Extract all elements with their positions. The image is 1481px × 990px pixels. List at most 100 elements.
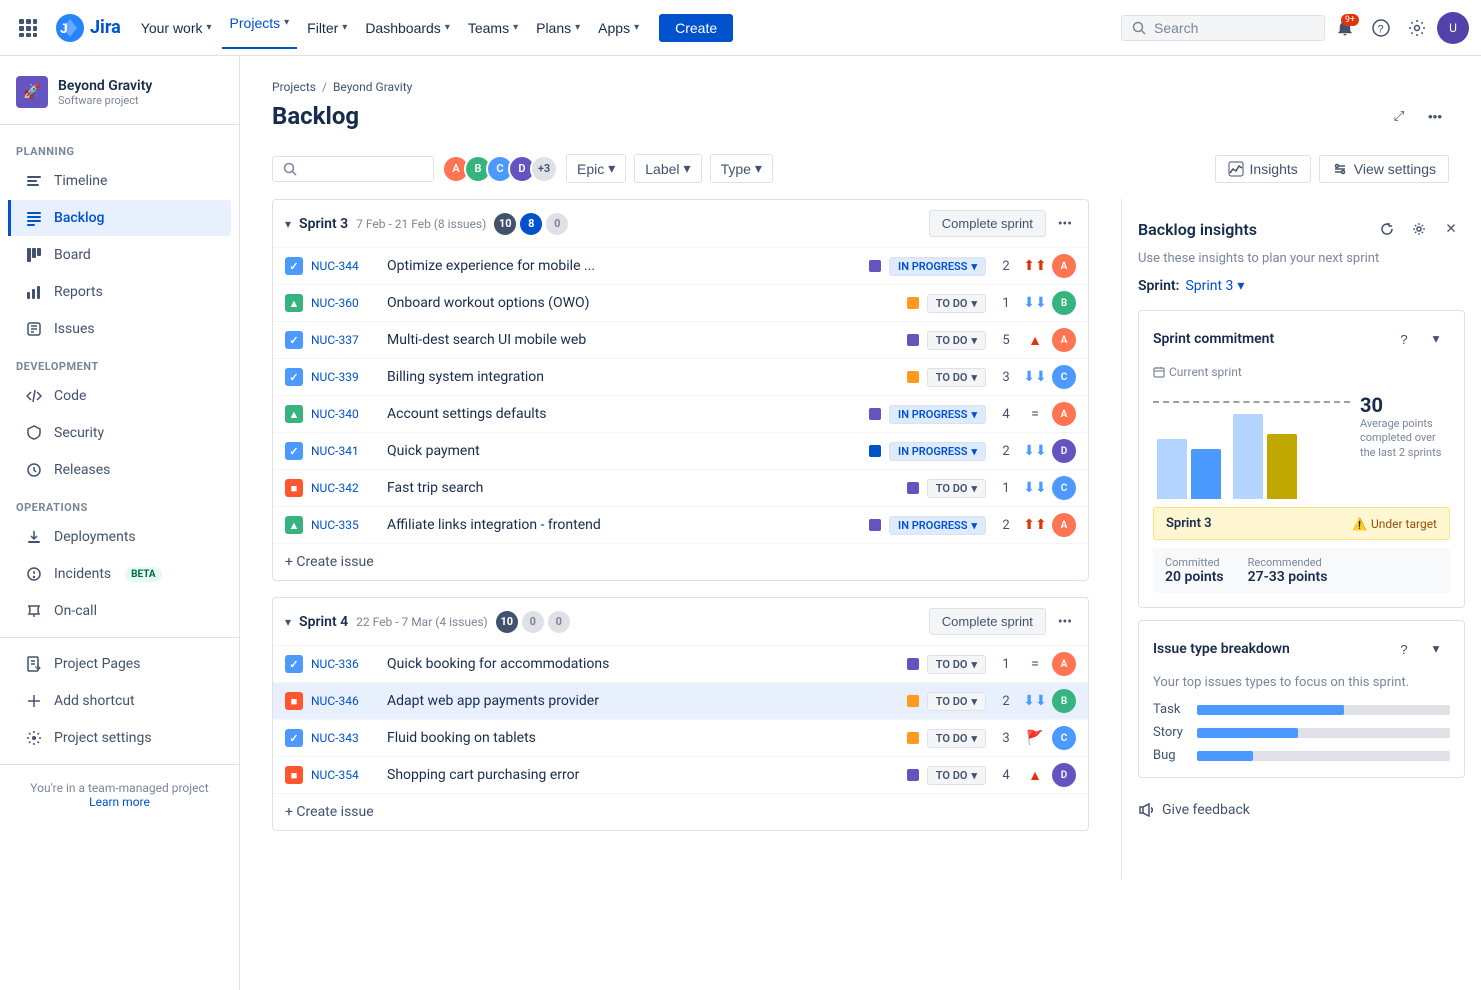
complete-sprint4-button[interactable]: Complete sprint (929, 608, 1046, 635)
sprint4-section: ▾ Sprint 4 22 Feb - 7 Mar (4 issues) 10 … (272, 597, 1089, 831)
status-badge[interactable]: TO DO ▾ (927, 655, 986, 674)
expand-card-button[interactable]: ▾ (1422, 325, 1450, 353)
apps-menu[interactable]: Apps ▾ (590, 14, 647, 42)
sidebar-item-timeline[interactable]: Timeline (8, 163, 231, 199)
breadcrumb-project[interactable]: Beyond Gravity (333, 80, 412, 94)
issue-row[interactable]: ✓ NUC-343 Fluid booking on tablets TO DO… (273, 719, 1088, 756)
sprint4-more-button[interactable]: ••• (1054, 610, 1076, 634)
breadcrumb-projects[interactable]: Projects (272, 80, 316, 94)
sidebar-item-reports[interactable]: Reports (8, 274, 231, 310)
teams-menu[interactable]: Teams ▾ (460, 14, 526, 42)
issue-key: NUC-343 (311, 731, 379, 745)
backlog-search-input[interactable] (303, 161, 423, 177)
avatar-count[interactable]: +3 (530, 155, 558, 183)
status-badge[interactable]: IN PROGRESS ▾ (889, 442, 986, 461)
sidebar-item-board[interactable]: Board (8, 237, 231, 273)
status-badge[interactable]: IN PROGRESS ▾ (889, 405, 986, 424)
status-badge[interactable]: IN PROGRESS ▾ (889, 516, 986, 535)
issue-row[interactable]: ■ NUC-342 Fast trip search TO DO ▾ 1 ⬇⬇ … (273, 469, 1088, 506)
complete-sprint3-button[interactable]: Complete sprint (929, 210, 1046, 237)
sidebar-item-backlog[interactable]: Backlog (8, 200, 231, 236)
status-badge[interactable]: TO DO ▾ (927, 729, 986, 748)
projects-menu[interactable]: Projects ▾ (222, 9, 298, 49)
status-badge[interactable]: TO DO ▾ (927, 692, 986, 711)
assignee-filter[interactable]: A B C D +3 (442, 155, 558, 183)
sidebar-item-code[interactable]: Code (8, 378, 231, 414)
color-dot (869, 519, 881, 531)
sprint4-header[interactable]: ▾ Sprint 4 22 Feb - 7 Mar (4 issues) 10 … (273, 598, 1088, 645)
help-button[interactable]: ? (1365, 12, 1397, 44)
color-dot (907, 695, 919, 707)
chevron-down-icon: ▾ (684, 160, 691, 177)
issue-row[interactable]: ▲ NUC-360 Onboard workout options (OWO) … (273, 284, 1088, 321)
sidebar-item-issues[interactable]: Issues (8, 311, 231, 347)
status-badge[interactable]: TO DO ▾ (927, 368, 986, 387)
filter-menu[interactable]: Filter ▾ (299, 14, 355, 42)
status-badge[interactable]: TO DO ▾ (927, 479, 986, 498)
status-badge[interactable]: IN PROGRESS ▾ (889, 257, 986, 276)
avatar[interactable]: U (1437, 12, 1469, 44)
issue-row[interactable]: ▲ NUC-335 Affiliate links integration - … (273, 506, 1088, 543)
issue-points: 2 (994, 518, 1018, 533)
sidebar-item-incidents[interactable]: Incidents BETA (8, 556, 231, 592)
status-badge[interactable]: TO DO ▾ (927, 331, 986, 350)
sidebar-item-oncall[interactable]: On-call (8, 593, 231, 629)
more-options-button[interactable]: ••• (1421, 102, 1449, 130)
grid-icon[interactable] (12, 12, 44, 44)
issue-row[interactable]: ✓ NUC-341 Quick payment IN PROGRESS ▾ 2 … (273, 432, 1088, 469)
issue-row[interactable]: ▲ NUC-340 Account settings defaults IN P… (273, 395, 1088, 432)
sprint3-more-button[interactable]: ••• (1054, 212, 1076, 236)
learn-more-link[interactable]: Learn more (89, 795, 150, 809)
status-badge[interactable]: TO DO ▾ (927, 294, 986, 313)
issue-row[interactable]: ✓ NUC-336 Quick booking for accommodatio… (273, 645, 1088, 682)
your-work-menu[interactable]: Your work ▾ (133, 14, 220, 42)
feedback-button[interactable]: Give feedback (1138, 790, 1465, 822)
issue-points: 3 (994, 370, 1018, 385)
close-panel-button[interactable]: ✕ (1437, 215, 1465, 243)
issue-row[interactable]: ✓ NUC-337 Multi-dest search UI mobile we… (273, 321, 1088, 358)
sprint3-create-issue[interactable]: + Create issue (273, 543, 1088, 580)
expand-card-button[interactable]: ▾ (1422, 635, 1450, 663)
settings-button[interactable] (1401, 12, 1433, 44)
settings-button[interactable] (1405, 215, 1433, 243)
sidebar-item-releases[interactable]: Releases (8, 452, 231, 488)
epic-filter[interactable]: Epic ▾ (566, 154, 626, 183)
assignee-avatar: D (1052, 763, 1076, 787)
bug-icon: ■ (285, 766, 303, 784)
label-filter[interactable]: Label ▾ (634, 154, 701, 183)
jira-logo[interactable]: J Jira (56, 14, 121, 42)
expand-button[interactable]: ⤢ (1385, 102, 1413, 130)
sidebar-item-deployments[interactable]: Deployments (8, 519, 231, 555)
issue-row[interactable]: ✓ NUC-339 Billing system integration TO … (273, 358, 1088, 395)
status-badge[interactable]: TO DO ▾ (927, 766, 986, 785)
issue-row[interactable]: ■ NUC-346 Adapt web app payments provide… (273, 682, 1088, 719)
backlog-search[interactable] (272, 156, 434, 182)
issue-row[interactable]: ✓ NUC-344 Optimize experience for mobile… (273, 247, 1088, 284)
sidebar-item-project-settings[interactable]: Project settings (8, 720, 231, 756)
type-filter[interactable]: Type ▾ (710, 154, 773, 183)
sidebar-item-security[interactable]: Security (8, 415, 231, 451)
chevron-down-icon: ▾ (971, 371, 977, 384)
notifications-button[interactable]: 9+ (1329, 12, 1361, 44)
search-input[interactable] (1154, 20, 1314, 36)
sprint-selector-value[interactable]: Sprint 3 ▾ (1185, 278, 1244, 294)
issue-row[interactable]: ■ NUC-354 Shopping cart purchasing error… (273, 756, 1088, 793)
deployments-icon (24, 527, 44, 547)
issue-summary: Account settings defaults (387, 406, 861, 422)
breakdown-subtitle: Your top issues types to focus on this s… (1153, 675, 1450, 690)
color-dot (907, 334, 919, 346)
view-settings-button[interactable]: View settings (1319, 155, 1449, 183)
search-box[interactable] (1121, 15, 1325, 41)
insights-button[interactable]: Insights (1215, 155, 1311, 183)
refresh-button[interactable] (1373, 215, 1401, 243)
create-button[interactable]: Create (659, 14, 733, 42)
plans-menu[interactable]: Plans ▾ (528, 14, 588, 42)
help-button[interactable]: ? (1390, 635, 1418, 663)
sprint4-create-issue[interactable]: + Create issue (273, 793, 1088, 830)
sidebar-item-add-shortcut[interactable]: Add shortcut (8, 683, 231, 719)
sidebar-item-project-pages[interactable]: Project Pages (8, 646, 231, 682)
sprint3-section: ▾ Sprint 3 7 Feb - 21 Feb (8 issues) 10 … (272, 199, 1089, 581)
sprint3-header[interactable]: ▾ Sprint 3 7 Feb - 21 Feb (8 issues) 10 … (273, 200, 1088, 247)
dashboards-menu[interactable]: Dashboards ▾ (357, 14, 458, 42)
help-button[interactable]: ? (1390, 325, 1418, 353)
